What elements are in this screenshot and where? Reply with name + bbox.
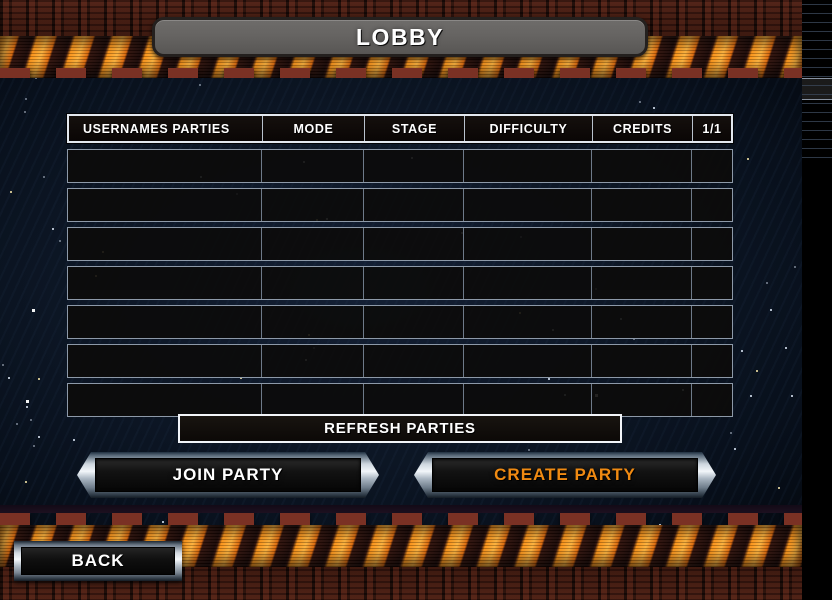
table-cell-stage [364, 189, 464, 221]
scroll-strip-rule [802, 112, 832, 113]
scroll-strip-rule [802, 40, 832, 41]
table-cell-difficulty [464, 267, 592, 299]
table-cell-difficulty [464, 150, 592, 182]
table-row[interactable] [67, 149, 733, 183]
scroll-strip-rule [802, 67, 832, 68]
table-cell-difficulty [464, 384, 592, 416]
table-body [67, 149, 733, 417]
table-row[interactable] [67, 305, 733, 339]
table-cell-page [692, 189, 730, 221]
page-title-label: LOBBY [356, 23, 444, 50]
table-header-usernames_parties[interactable]: USERNAMES PARTIES [69, 116, 263, 141]
back-button[interactable]: BACK [14, 541, 182, 581]
table-header-page[interactable]: 1/1 [693, 116, 731, 141]
table-row[interactable] [67, 383, 733, 417]
table-cell-credits [592, 306, 692, 338]
back-label: BACK [71, 551, 125, 570]
table-cell-difficulty [464, 345, 592, 377]
table-cell-page [692, 306, 730, 338]
table-cell-mode [262, 228, 364, 260]
table-cell-mode [262, 345, 364, 377]
table-cell-mode [262, 150, 364, 182]
table-row[interactable] [67, 266, 733, 300]
table-cell-stage [364, 384, 464, 416]
party-list-table: USERNAMES PARTIES MODE STAGE DIFFICULTY CRED… [67, 114, 733, 422]
refresh-parties-label: REFRESH PARTIES [324, 420, 476, 437]
scrollbar-thumb[interactable] [802, 78, 832, 100]
table-cell-usernames_parties [68, 228, 262, 260]
table-cell-credits [592, 345, 692, 377]
table-cell-credits [592, 150, 692, 182]
table-cell-usernames_parties [68, 189, 262, 221]
table-row[interactable] [67, 227, 733, 261]
table-cell-stage [364, 150, 464, 182]
girder-teeth-top [0, 68, 802, 78]
table-cell-difficulty [464, 306, 592, 338]
table-cell-stage [364, 345, 464, 377]
scroll-strip-rule [802, 4, 832, 5]
table-cell-page [692, 384, 730, 416]
table-cell-mode [262, 189, 364, 221]
table-cell-usernames_parties [68, 384, 262, 416]
create-party-label: CREATE PARTY [494, 465, 636, 484]
table-cell-usernames_parties [68, 150, 262, 182]
scroll-strip-rule [802, 76, 832, 77]
scroll-strip-rule [802, 157, 832, 158]
scroll-strip-rule [802, 103, 832, 104]
table-cell-difficulty [464, 189, 592, 221]
table-cell-credits [592, 267, 692, 299]
scroll-strip-rule [802, 13, 832, 14]
table-cell-usernames_parties [68, 306, 262, 338]
table-cell-mode [262, 267, 364, 299]
table-cell-stage [364, 306, 464, 338]
scroll-strip-rule [802, 121, 832, 122]
scroll-strip-rule [802, 139, 832, 140]
table-header-difficulty[interactable]: DIFFICULTY [465, 116, 593, 141]
table-row[interactable] [67, 344, 733, 378]
table-cell-credits [592, 384, 692, 416]
table-cell-usernames_parties [68, 267, 262, 299]
scroll-strip-rule [802, 58, 832, 59]
table-cell-difficulty [464, 228, 592, 260]
table-cell-mode [262, 384, 364, 416]
page-title: LOBBY [152, 17, 648, 57]
table-cell-mode [262, 306, 364, 338]
scroll-strip-rule [802, 49, 832, 50]
rail-cap-bottom [0, 505, 802, 513]
refresh-parties-button[interactable]: REFRESH PARTIES [178, 414, 622, 443]
join-party-button[interactable]: JOIN PARTY [77, 452, 379, 498]
table-cell-page [692, 267, 730, 299]
table-row[interactable] [67, 188, 733, 222]
table-cell-credits [592, 189, 692, 221]
scroll-strip-rule [802, 94, 832, 95]
table-cell-page [692, 150, 730, 182]
table-cell-stage [364, 267, 464, 299]
table-header-credits[interactable]: CREDITS [593, 116, 693, 141]
table-header-mode[interactable]: MODE [263, 116, 365, 141]
scroll-strip-rule [802, 22, 832, 23]
table-cell-page [692, 345, 730, 377]
game-viewport: LOBBY USERNAMES PARTIES MODE STAGE DIFFICUL… [0, 0, 802, 600]
window-scroll-strip[interactable] [802, 0, 832, 600]
scroll-strip-rule [802, 130, 832, 131]
scroll-strip-rule [802, 148, 832, 149]
table-header-row: USERNAMES PARTIES MODE STAGE DIFFICULTY CRED… [67, 114, 733, 143]
scroll-strip-rule [802, 31, 832, 32]
create-party-button[interactable]: CREATE PARTY [414, 452, 716, 498]
table-cell-page [692, 228, 730, 260]
scroll-strip-rule [802, 85, 832, 86]
join-party-label: JOIN PARTY [172, 465, 284, 484]
table-cell-usernames_parties [68, 345, 262, 377]
table-cell-credits [592, 228, 692, 260]
table-cell-stage [364, 228, 464, 260]
table-header-stage[interactable]: STAGE [365, 116, 465, 141]
